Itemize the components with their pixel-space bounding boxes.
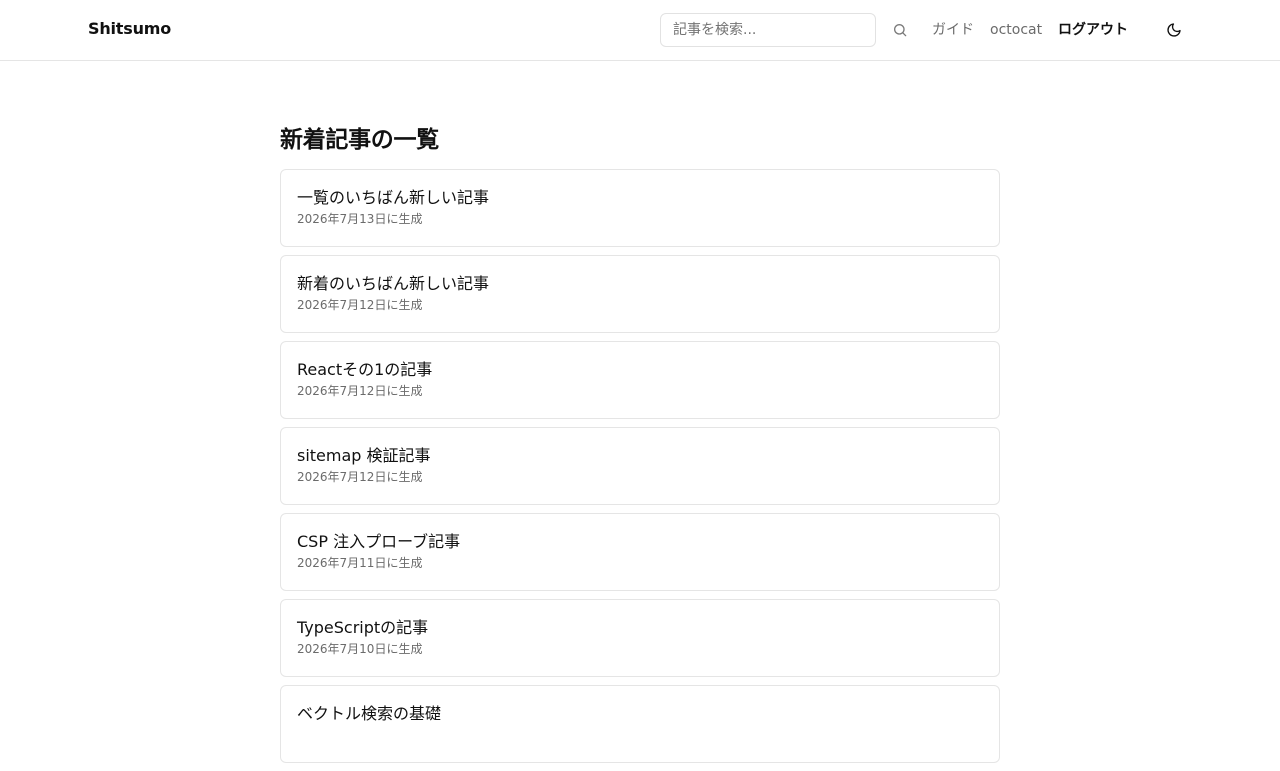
article-card[interactable]: 新着のいちばん新しい記事 2026年7月12日に生成 [280, 255, 1000, 333]
article-title: Reactその1の記事 [297, 360, 433, 379]
article-list: 一覧のいちばん新しい記事 2026年7月13日に生成 新着のいちばん新しい記事 … [280, 169, 1000, 763]
article-date: 2026年7月12日に生成 [297, 384, 423, 398]
article-title: CSP 注入プローブ記事 [297, 532, 461, 551]
page-title: 新着記事の一覧 [280, 127, 439, 153]
top-header: Shitsumo ガイド octocat ログアウト [0, 0, 1280, 61]
article-date: 2026年7月13日に生成 [297, 212, 423, 226]
article-title: 新着のいちばん新しい記事 [297, 274, 490, 293]
main-content: 新着記事の一覧 一覧のいちばん新しい記事 2026年7月13日に生成 新着のいち… [280, 124, 1000, 771]
article-title: TypeScriptの記事 [297, 618, 429, 637]
article-title: sitemap 検証記事 [297, 446, 431, 465]
article-card[interactable]: 一覧のいちばん新しい記事 2026年7月13日に生成 [280, 169, 1000, 247]
search-button[interactable] [888, 18, 912, 42]
moon-icon [1167, 23, 1181, 37]
nav-user-link[interactable]: octocat [990, 21, 1042, 39]
brand-logo[interactable]: Shitsumo [88, 19, 171, 38]
theme-toggle-button[interactable] [1162, 18, 1186, 42]
nav-guide-link[interactable]: ガイド [932, 21, 974, 39]
search-icon [894, 24, 907, 37]
article-card[interactable]: TypeScriptの記事 2026年7月10日に生成 [280, 599, 1000, 677]
article-date: 2026年7月10日に生成 [297, 642, 423, 656]
article-title: ベクトル検索の基礎 [297, 704, 442, 723]
article-card[interactable]: CSP 注入プローブ記事 2026年7月11日に生成 [280, 513, 1000, 591]
article-card[interactable]: Reactその1の記事 2026年7月12日に生成 [280, 341, 1000, 419]
article-title: 一覧のいちばん新しい記事 [297, 188, 490, 207]
search-input[interactable] [660, 13, 876, 47]
article-card[interactable]: sitemap 検証記事 2026年7月12日に生成 [280, 427, 1000, 505]
article-date: 2026年7月11日に生成 [297, 556, 423, 570]
logout-button[interactable]: ログアウト [1058, 21, 1128, 39]
article-card[interactable]: ベクトル検索の基礎 [280, 685, 1000, 763]
article-date: 2026年7月12日に生成 [297, 298, 423, 312]
article-date: 2026年7月12日に生成 [297, 470, 423, 484]
